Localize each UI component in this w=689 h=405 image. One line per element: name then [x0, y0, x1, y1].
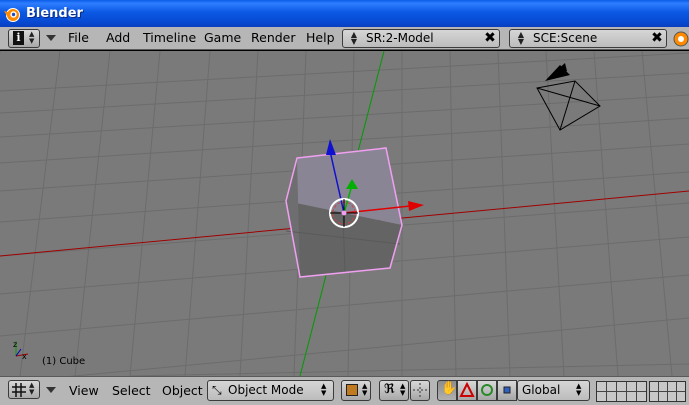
- blender-logo-icon: [4, 7, 20, 22]
- layer-button[interactable]: [659, 392, 667, 401]
- layer-buttons-group-2[interactable]: [649, 381, 686, 402]
- menu-render[interactable]: Render: [251, 30, 296, 46]
- svg-text:z: z: [13, 340, 17, 349]
- menu-game[interactable]: Game: [204, 30, 241, 46]
- spinner-arrows-icon: ▲ ▼: [29, 381, 35, 396]
- layer-button[interactable]: [607, 382, 616, 391]
- pivot-icon: ℜ: [384, 382, 395, 397]
- svg-text:x: x: [22, 352, 27, 361]
- orientation-select[interactable]: Global ▲ ▼: [517, 380, 590, 401]
- active-object-label: (1) Cube: [42, 356, 86, 367]
- object-mode-icon: ⤡: [212, 383, 222, 397]
- manipulator-toggle[interactable]: ✋: [437, 380, 457, 401]
- mode-select[interactable]: ⤡ Object Mode ▲ ▼: [207, 380, 334, 401]
- viewport-type-button[interactable]: ▲ ▼: [8, 380, 40, 399]
- arrows-icon: [413, 383, 427, 397]
- pivot-button[interactable]: ℜ ▲ ▼: [379, 380, 409, 401]
- menu-object[interactable]: Object: [162, 383, 203, 399]
- spinner-arrows-icon: ▲ ▼: [517, 30, 525, 46]
- square-icon: [503, 386, 511, 394]
- menu-help[interactable]: Help: [306, 30, 335, 46]
- spinner-arrows-icon: ▲ ▼: [362, 382, 368, 397]
- menu-file[interactable]: File: [68, 30, 89, 46]
- close-icon[interactable]: ✖: [648, 30, 666, 47]
- collapse-menu-toggle[interactable]: [46, 35, 56, 41]
- layer-button[interactable]: [637, 392, 646, 401]
- spinner-arrows-icon: ▲ ▼: [321, 382, 327, 397]
- triangle-icon: [459, 381, 475, 397]
- close-icon[interactable]: ✖: [481, 30, 499, 47]
- window-type-button[interactable]: i ▲ ▼: [8, 29, 40, 48]
- menu-select[interactable]: Select: [112, 383, 151, 399]
- bottom-header: ▲ ▼ View Select Object ⤡ Object Mode ▲ ▼ ▲…: [0, 376, 689, 405]
- layer-button[interactable]: [677, 392, 685, 401]
- layer-button[interactable]: [617, 392, 626, 401]
- screen-name: SR:2-Model: [366, 31, 434, 45]
- layer-button[interactable]: [617, 382, 626, 391]
- layer-button[interactable]: [650, 392, 658, 401]
- spinner-arrows-icon: ▲ ▼: [29, 30, 35, 45]
- screen-selector[interactable]: ▲ ▼ SR:2-Model ✖: [342, 29, 500, 48]
- menu-timeline[interactable]: Timeline: [143, 30, 196, 46]
- layer-button[interactable]: [668, 392, 676, 401]
- info-icon: i: [13, 31, 24, 45]
- layer-button[interactable]: [677, 382, 685, 391]
- menu-view[interactable]: View: [69, 383, 99, 399]
- layer-button[interactable]: [659, 382, 667, 391]
- draw-type-button[interactable]: ▲ ▼: [341, 380, 371, 401]
- layer-button[interactable]: [597, 382, 606, 391]
- render-icon[interactable]: [672, 30, 689, 47]
- layer-button[interactable]: [650, 382, 658, 391]
- layer-button[interactable]: [627, 382, 636, 391]
- layer-buttons-group-1[interactable]: [596, 381, 647, 402]
- spinner-arrows-icon: ▲ ▼: [350, 30, 358, 46]
- spinner-arrows-icon: ▲ ▼: [576, 382, 582, 397]
- layer-button[interactable]: [607, 392, 616, 401]
- top-header: i ▲ ▼ File Add Timeline Game Render Help …: [0, 27, 689, 50]
- hand-icon: ✋: [441, 381, 458, 396]
- window-title: Blender: [26, 6, 83, 21]
- layer-button[interactable]: [637, 382, 646, 391]
- orientation-label: Global: [522, 383, 561, 397]
- ring-icon: [481, 384, 493, 396]
- layer-button[interactable]: [627, 392, 636, 401]
- translate-mode-button[interactable]: [457, 380, 477, 401]
- scene-name: SCE:Scene: [533, 31, 598, 45]
- layer-button[interactable]: [668, 382, 676, 391]
- 3d-viewport[interactable]: z x (1) Cube: [0, 51, 689, 376]
- grid-view-icon: [12, 383, 26, 397]
- snap-toggle[interactable]: [410, 380, 430, 401]
- rotate-mode-button[interactable]: [477, 380, 497, 401]
- collapse-menu-toggle[interactable]: [46, 387, 56, 393]
- viewport-canvas[interactable]: z x: [0, 51, 689, 376]
- mode-label: Object Mode: [228, 383, 304, 397]
- scale-mode-button[interactable]: [497, 380, 517, 401]
- scene-selector[interactable]: ▲ ▼ SCE:Scene ✖: [509, 29, 667, 48]
- cube-shading-icon: [346, 384, 358, 396]
- window-titlebar: Blender: [0, 0, 689, 27]
- menu-add[interactable]: Add: [106, 30, 130, 46]
- layer-button[interactable]: [597, 392, 606, 401]
- spinner-arrows-icon: ▲ ▼: [400, 382, 406, 397]
